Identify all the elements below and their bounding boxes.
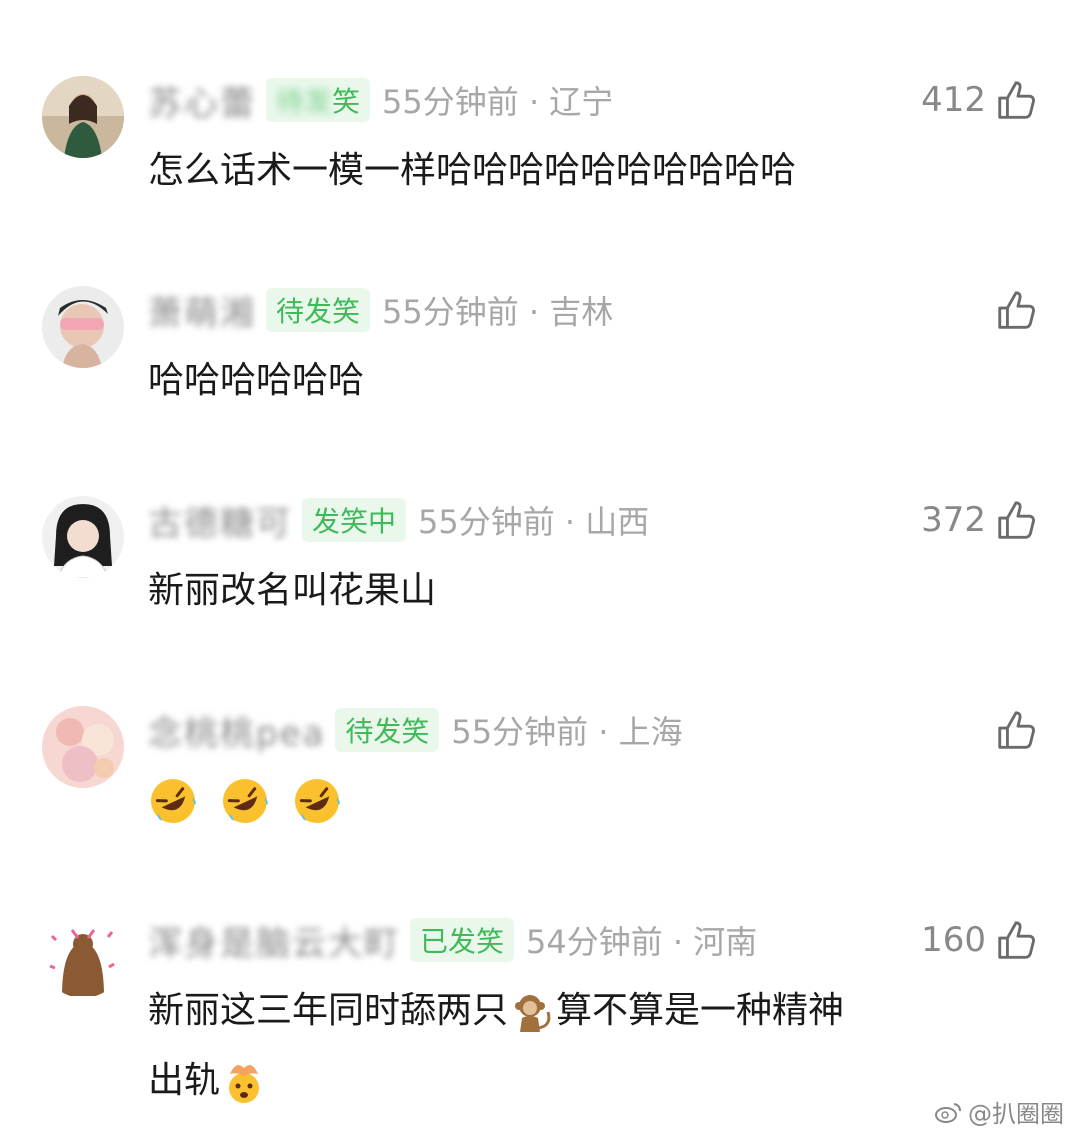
thumbs-up-icon <box>998 711 1035 749</box>
like-count: 412 <box>921 80 986 120</box>
thumbs-up-icon <box>998 921 1035 959</box>
monkey-icon <box>515 995 551 1032</box>
comment-header: 念桃桃pea 待发笑 55分钟前 · 上海 <box>148 706 683 755</box>
avatar[interactable] <box>42 916 124 998</box>
mind-blown-icon <box>229 1065 260 1103</box>
status-badge: 待发笑 <box>266 78 371 122</box>
thumbs-up-icon <box>998 81 1035 119</box>
status-badge: 已发笑 <box>410 918 515 962</box>
comment-text: 哈哈哈哈哈哈 <box>148 360 365 401</box>
comment-text-line: 出轨 <box>148 1046 1028 1116</box>
avatar[interactable] <box>42 76 124 158</box>
time-location: 55分钟前 · 吉林 <box>382 293 614 331</box>
like-count: 372 <box>921 500 986 540</box>
comment-header: 苏心蕾 待发笑 55分钟前 · 辽宁 <box>148 76 614 125</box>
weibo-logo-icon <box>935 1102 961 1123</box>
rolling-laughing-emoji-icon <box>295 779 340 823</box>
comment-header: 萧萌湘 待发笑 55分钟前 · 吉林 <box>148 286 614 335</box>
thumbs-up-icon <box>998 291 1035 329</box>
comment-header: 浑身是脑云大町 已发笑 54分钟前 · 河南 <box>148 916 758 965</box>
like-button[interactable]: 372 <box>921 494 1040 546</box>
watermark-text: @扒圈圈 <box>968 1100 1064 1128</box>
like-button[interactable]: 412 <box>921 74 1040 126</box>
username[interactable]: 萧萌湘 <box>148 286 256 335</box>
comment-header: 古德糖可 发笑中 55分钟前 · 山西 <box>148 496 650 545</box>
comment-text-line: 新丽这三年同时舔两只 算不算是一种精神 <box>148 976 1028 1046</box>
username[interactable]: 浑身是脑云大町 <box>148 916 400 965</box>
username[interactable]: 苏心蕾 <box>148 76 256 125</box>
avatar[interactable] <box>42 706 124 788</box>
thumbs-up-icon <box>998 501 1035 539</box>
comment-text: 新丽改名叫花果山 <box>148 570 437 611</box>
time-location: 55分钟前 · 上海 <box>451 713 683 751</box>
watermark: @扒圈圈 <box>934 1094 1064 1129</box>
avatar[interactable] <box>42 286 124 368</box>
time-location: 54分钟前 · 河南 <box>526 923 758 961</box>
like-button[interactable] <box>986 284 1040 336</box>
username[interactable]: 古德糖可 <box>148 496 292 545</box>
like-button[interactable]: 160 <box>921 914 1040 966</box>
status-badge: 待发笑 <box>266 288 371 332</box>
like-count: 160 <box>921 920 986 960</box>
comment-emojis <box>148 776 1028 826</box>
comment-text: 新丽这三年同时舔两只 算不算是一种精神 出轨 <box>148 976 1028 1116</box>
status-badge: 待发笑 <box>335 708 440 752</box>
time-location: 55分钟前 · 山西 <box>418 503 650 541</box>
like-button[interactable] <box>986 704 1040 756</box>
rolling-laughing-emoji-icon <box>151 779 196 823</box>
rolling-laughing-emoji-icon <box>223 779 268 823</box>
username[interactable]: 念桃桃pea <box>148 706 325 755</box>
time-location: 55分钟前 · 辽宁 <box>382 83 614 121</box>
status-badge: 发笑中 <box>302 498 407 542</box>
comment-text: 怎么话术一模一样哈哈哈哈哈哈哈哈哈哈 <box>148 150 797 191</box>
avatar[interactable] <box>42 496 124 578</box>
